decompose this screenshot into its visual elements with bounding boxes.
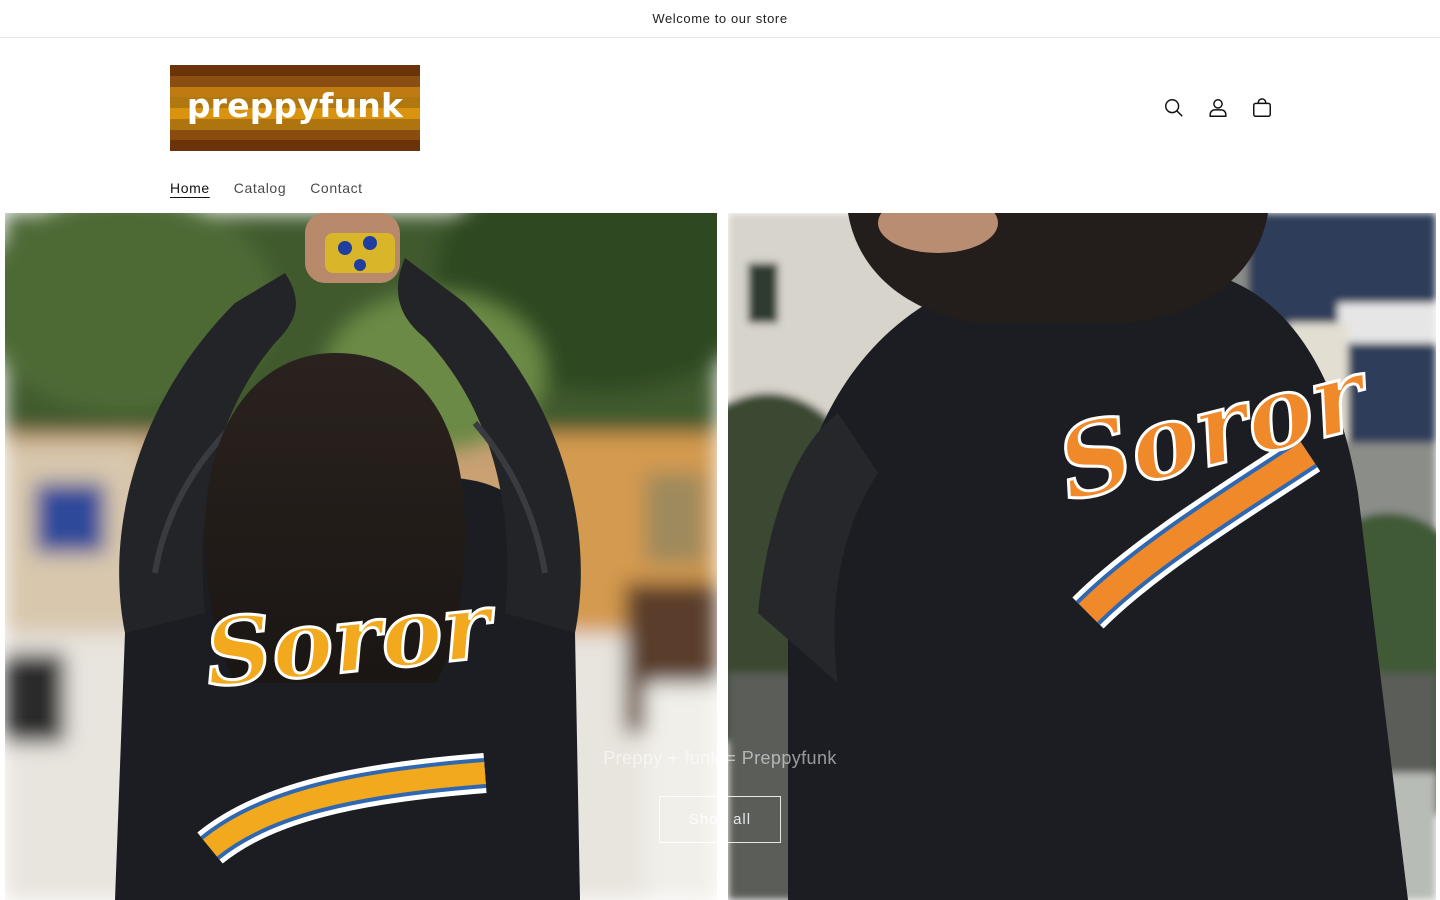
announcement-text: Welcome to our store — [652, 11, 788, 26]
nav-item-catalog[interactable]: Catalog — [234, 180, 286, 196]
store-logo[interactable]: preppyfunk — [170, 65, 420, 151]
hero-image-left: Soror — [5, 213, 717, 900]
hero-banner: Soror Soror Preppy + funk = Preppyfunk S… — [0, 213, 1440, 900]
header-icons — [1156, 90, 1280, 126]
announcement-bar: Welcome to our store — [0, 0, 1440, 38]
cart-icon[interactable] — [1244, 90, 1280, 126]
main-nav: Home Catalog Contact — [170, 180, 363, 196]
shop-all-button[interactable]: Shop all — [659, 796, 781, 843]
site-header: preppyfunk Home Catalog Contact — [0, 38, 1440, 213]
nav-item-contact[interactable]: Contact — [310, 180, 362, 196]
nav-item-home[interactable]: Home — [170, 180, 210, 196]
search-icon[interactable] — [1156, 90, 1192, 126]
logo-text: preppyfunk — [186, 85, 404, 125]
account-icon[interactable] — [1200, 90, 1236, 126]
hero-caption: Preppy + funk = Preppyfunk — [603, 748, 837, 768]
hero-image-right: Soror — [728, 213, 1436, 900]
